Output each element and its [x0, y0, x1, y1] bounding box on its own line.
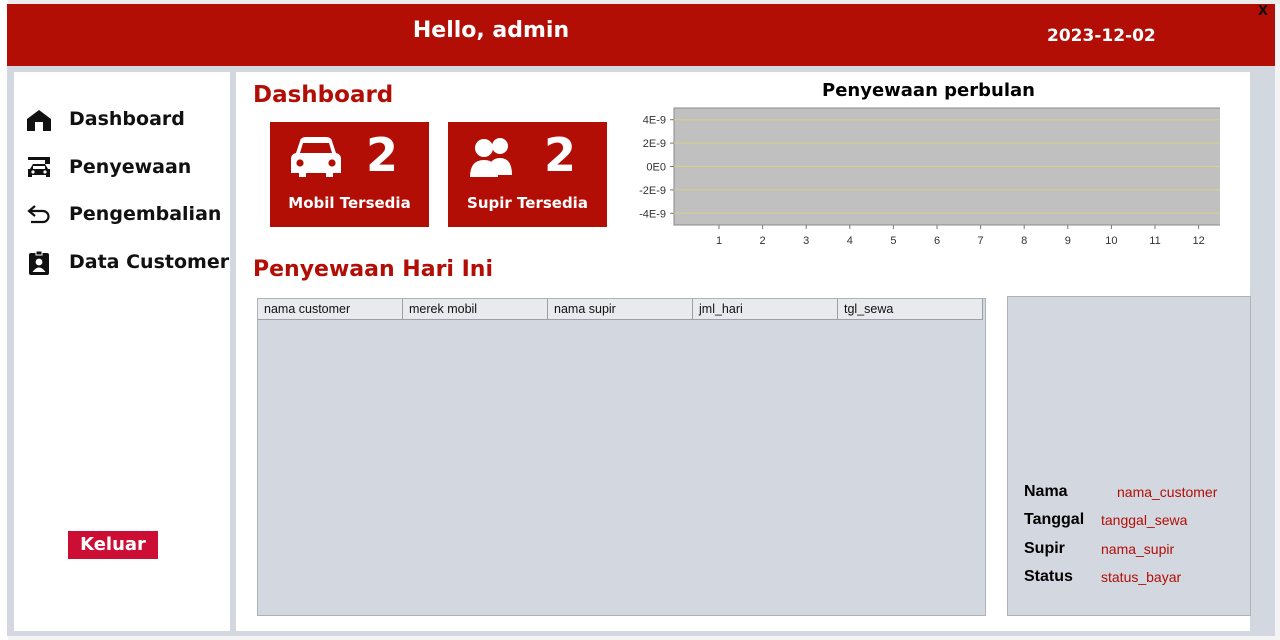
sidebar-item-pengembalian[interactable]: Pengembalian: [14, 194, 230, 234]
sidebar-item-label: Data Customer: [69, 251, 230, 273]
x-tick-label: 4: [847, 235, 853, 247]
y-tick-label: 0E0: [646, 162, 666, 174]
stat-card-supir: 2 Supir Tersedia: [448, 122, 607, 227]
sidebar-item-dashboard[interactable]: Dashboard: [14, 99, 230, 139]
users-icon: [470, 138, 512, 177]
x-tick-label: 12: [1192, 235, 1204, 247]
page-title: Dashboard: [253, 82, 394, 108]
main-content: Dashboard 2 Mobil Tersedia 2 Supir Terse…: [236, 72, 1251, 631]
header-bar: Hello, admin 2023-12-02: [7, 4, 1275, 66]
x-tick-label: 10: [1105, 235, 1117, 247]
id-badge-icon: [29, 250, 49, 275]
column-header[interactable]: jml_hari: [693, 299, 838, 320]
section-title-today: Penyewaan Hari Ini: [253, 257, 494, 282]
x-tick-label: 3: [803, 235, 809, 247]
x-tick-label: 6: [934, 235, 940, 247]
close-button[interactable]: X: [1258, 4, 1268, 19]
monthly-rental-chart: 4E-92E-90E0-2E-9-4E-91 2 3 4 5 6 7 8 9 10 11 12: [639, 107, 1220, 247]
sidebar-item-label: Dashboard: [69, 108, 185, 130]
column-header[interactable]: nama customer: [258, 299, 403, 320]
x-tick-label: 7: [978, 235, 984, 247]
y-tick-label: -4E-9: [639, 208, 666, 220]
app-window: Hello, admin 2023-12-02 Dashboard Penyew…: [7, 4, 1275, 636]
sidebar-item-data-customer[interactable]: Data Customer: [14, 242, 230, 282]
logout-button[interactable]: Keluar: [68, 531, 158, 559]
sidebar: Dashboard Penyewaan Pengembalian Data Cu…: [14, 72, 230, 631]
column-header[interactable]: nama supir: [548, 299, 693, 320]
car-garage-icon: [28, 157, 50, 177]
detail-value: tanggal_sewa: [1101, 512, 1188, 528]
detail-label: Tanggal: [1024, 511, 1085, 528]
mobil-label: Mobil Tersedia: [288, 194, 411, 212]
sidebar-item-penyewaan[interactable]: Penyewaan: [14, 147, 230, 187]
y-tick-label: 4E-9: [643, 115, 666, 127]
x-tick-label: 9: [1065, 235, 1071, 247]
x-tick-label: 2: [760, 235, 766, 247]
sidebar-item-label: Pengembalian: [69, 203, 222, 225]
x-tick-label: 1: [716, 235, 722, 247]
detail-value: nama_supir: [1101, 541, 1175, 557]
detail-label: Nama: [1024, 483, 1068, 500]
greeting-text: Hello, admin: [412, 18, 570, 43]
car-icon: [291, 137, 341, 177]
y-tick-label: 2E-9: [643, 138, 666, 150]
mobil-count: 2: [366, 128, 399, 182]
y-tick-label: -2E-9: [639, 185, 666, 197]
detail-value: status_bayar: [1101, 569, 1182, 585]
detail-value: nama_customer: [1117, 484, 1218, 500]
detail-panel: Nama nama_customer Tanggal tanggal_sewa …: [1007, 296, 1251, 616]
rental-table[interactable]: nama customer merek mobil nama supir jml_ha…: [257, 298, 986, 616]
x-tick-label: 5: [890, 235, 896, 247]
supir-count: 2: [544, 128, 577, 182]
supir-label: Supir Tersedia: [467, 194, 588, 212]
chart-title: Penyewaan perbulan: [822, 80, 1035, 101]
column-header[interactable]: tgl_sewa: [838, 299, 983, 320]
detail-label: Supir: [1024, 540, 1065, 557]
x-tick-label: 11: [1149, 235, 1160, 247]
return-arrow-icon: [27, 205, 50, 224]
stat-card-mobil: 2 Mobil Tersedia: [270, 122, 429, 227]
column-header[interactable]: merek mobil: [403, 299, 548, 320]
home-icon: [27, 110, 51, 131]
table-header: nama customer merek mobil nama supir jml_ha…: [258, 299, 985, 321]
detail-label: Status: [1024, 568, 1073, 585]
current-date: 2023-12-02: [1047, 26, 1156, 46]
sidebar-item-label: Penyewaan: [69, 156, 192, 178]
x-tick-label: 8: [1021, 235, 1027, 247]
